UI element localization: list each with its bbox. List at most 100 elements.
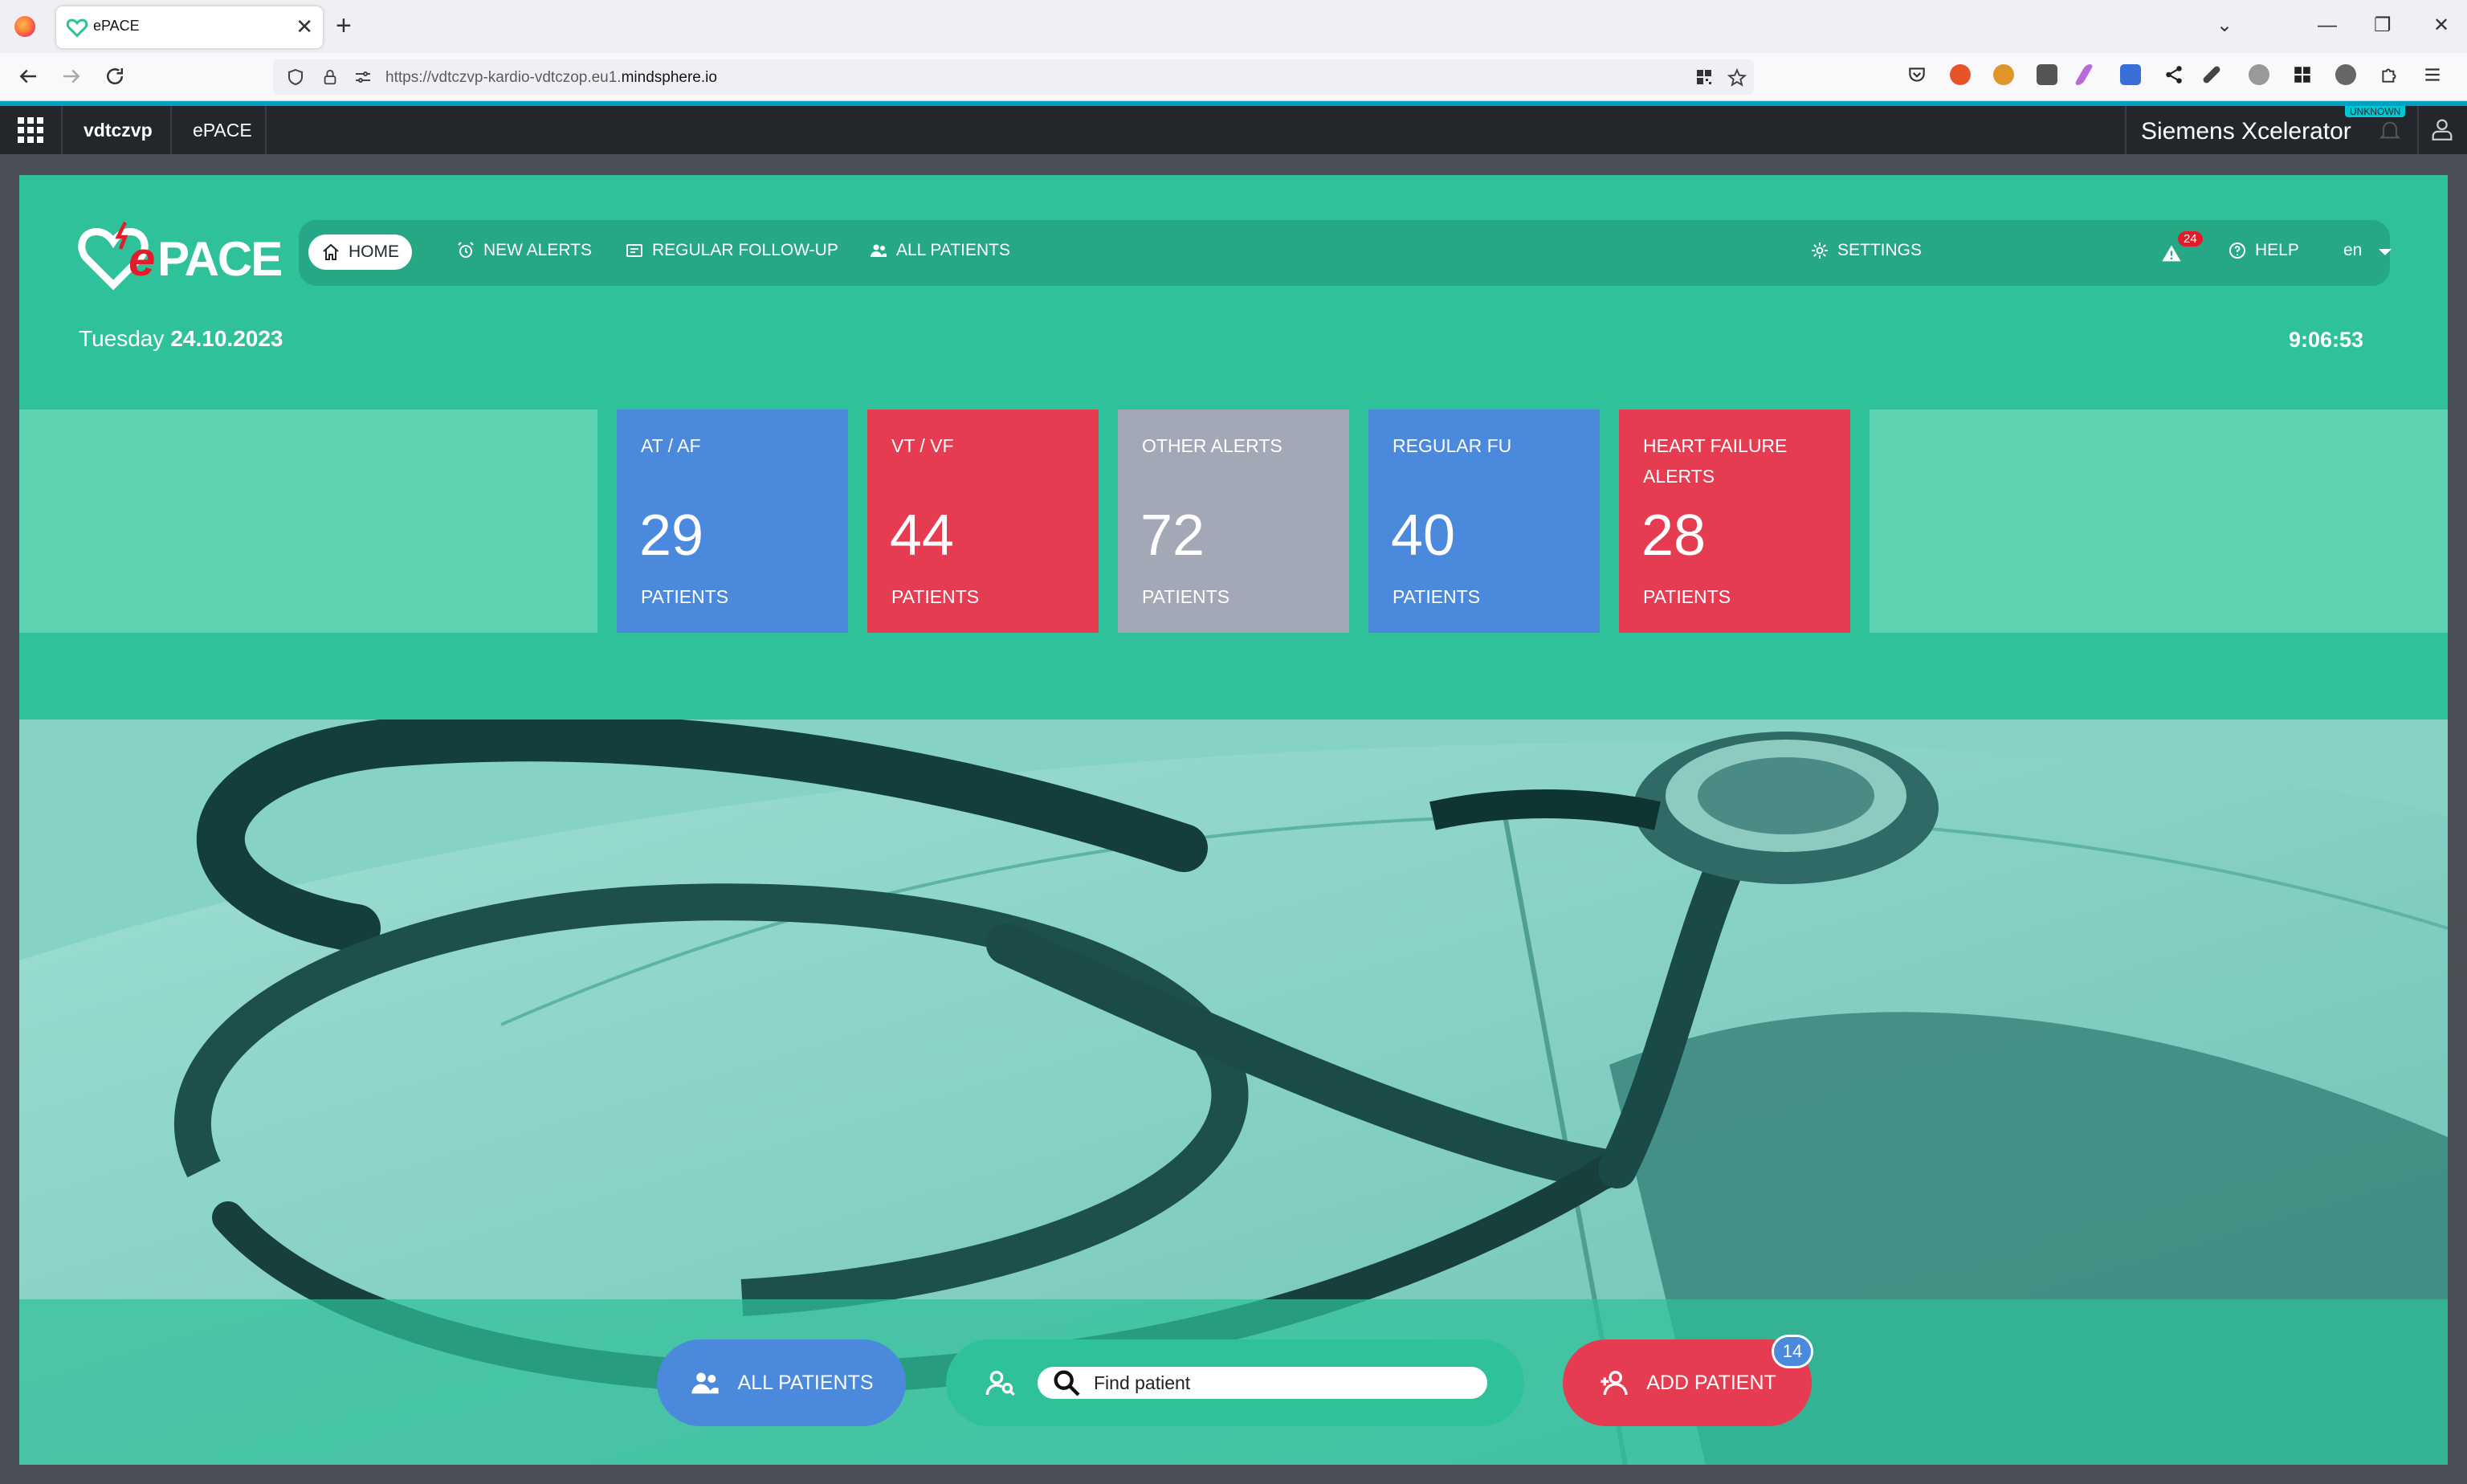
extension-grid-icon[interactable] [2292, 64, 2313, 85]
eyedropper-icon[interactable] [2201, 64, 2222, 85]
app-name[interactable]: ePACE [193, 120, 252, 141]
permissions-icon[interactable] [353, 67, 373, 87]
card-title: AT / AF [641, 435, 701, 456]
share-icon[interactable] [2163, 64, 2184, 85]
nav-all-patients-label: ALL PATIENTS [896, 241, 1010, 259]
nav-new-alerts[interactable]: NEW ALERTS [456, 241, 592, 260]
browser-tab-bar: ePACE ✕ + ⌄ — ❐ ✕ [0, 0, 2467, 53]
url-text[interactable]: https://vdtczvp-kardio-vdtczop.eu1.minds… [385, 69, 717, 87]
firefox-icon[interactable] [14, 16, 35, 37]
home-icon [323, 243, 339, 260]
extension-globe-icon[interactable] [2249, 64, 2269, 85]
window-close-icon[interactable]: ✕ [2433, 10, 2449, 42]
user-search-icon [985, 1371, 1015, 1396]
tab-close-icon[interactable]: ✕ [296, 14, 313, 39]
nav-settings-label: SETTINGS [1837, 241, 1923, 259]
browser-tab[interactable]: ePACE ✕ [56, 6, 323, 48]
browser-toolbar: https://vdtczvp-kardio-vdtczop.eu1.minds… [0, 53, 2467, 101]
pocket-icon[interactable] [1906, 64, 1927, 85]
gear-icon [1812, 243, 1828, 259]
weekday: Tuesday [79, 326, 165, 351]
url-host: mindsphere.io [621, 69, 717, 86]
card-count: 72 [1140, 503, 1205, 568]
notifications-bell-icon[interactable] [2377, 117, 2403, 143]
qr-code-icon[interactable] [1694, 67, 1714, 87]
logo-e: e [128, 232, 156, 286]
user-plus-icon [1600, 1371, 1628, 1396]
extension-camera-icon[interactable] [2037, 64, 2057, 85]
user-profile-icon[interactable] [2428, 116, 2456, 143]
card-list-icon [626, 244, 642, 257]
alert-triangle-icon[interactable] [2160, 243, 2183, 265]
divider [2417, 106, 2419, 154]
wordpress-icon[interactable] [2335, 64, 2356, 85]
divider [265, 106, 267, 154]
card-placeholder-right [1870, 410, 2448, 633]
translate-icon[interactable] [2120, 64, 2141, 85]
help-circle-icon [2229, 243, 2245, 259]
nav-all-patients[interactable]: ALL PATIENTS [869, 241, 1010, 260]
epace-app: e PACE HOME NEW ALERTS REGULAR FOLLOW-UP… [19, 175, 2448, 1465]
card-at-af[interactable]: AT / AF 29 PATIENTS [617, 410, 848, 633]
find-patient-placeholder: Find patient [1094, 1372, 1191, 1393]
card-vt-vf[interactable]: VT / VF 44 PATIENTS [867, 410, 1099, 633]
card-regular-fu[interactable]: REGULAR FU 40 PATIENTS [1368, 410, 1600, 633]
minimize-icon[interactable]: — [2318, 10, 2337, 42]
card-other-alerts[interactable]: OTHER ALERTS 72 PATIENTS [1118, 410, 1349, 633]
epace-logo[interactable]: e PACE [77, 220, 286, 292]
current-date: Tuesday 24.10.2023 [79, 326, 283, 352]
restore-icon[interactable]: ❐ [2374, 10, 2392, 42]
url-prefix: https://vdtczvp-kardio-vdtczop.eu1. [385, 69, 622, 86]
nav-home[interactable]: HOME [308, 234, 412, 270]
lock-icon[interactable] [321, 67, 339, 87]
extension-avatar-icon[interactable] [1950, 64, 1971, 85]
brand-name: Siemens Xcelerator [2141, 118, 2351, 145]
card-unit: PATIENTS [891, 586, 980, 607]
shield-icon[interactable] [286, 67, 305, 87]
tenant-name[interactable]: vdtczvp [84, 120, 153, 141]
extension-pen-icon[interactable] [2074, 64, 2094, 85]
address-bar[interactable]: https://vdtczvp-kardio-vdtczop.eu1.minds… [273, 59, 1754, 95]
heart-favicon-icon [66, 18, 88, 38]
nav-regular-follow-up[interactable]: REGULAR FOLLOW-UP [625, 241, 838, 260]
nav-help-label: HELP [2255, 241, 2299, 259]
date-value: 24.10.2023 [170, 326, 283, 351]
chevron-down-icon[interactable] [2379, 249, 2392, 255]
alerts-count-badge: 24 [2178, 231, 2203, 247]
card-unit: PATIENTS [641, 586, 729, 607]
environment-tag: UNKNOWN [2345, 106, 2406, 117]
alarm-icon [458, 242, 474, 258]
card-count: 29 [639, 503, 704, 568]
bookmark-star-icon[interactable] [1727, 67, 1747, 88]
divider [2125, 106, 2127, 154]
find-patient-bar: Find patient [946, 1339, 1524, 1426]
add-patient-button-label: ADD PATIENT [1646, 1371, 1776, 1394]
forward-icon[interactable] [59, 64, 84, 88]
current-time: 9:06:53 [2289, 328, 2364, 352]
all-patients-button[interactable]: ALL PATIENTS [657, 1339, 906, 1426]
app-launcher-icon[interactable] [18, 117, 43, 143]
users-icon [871, 244, 887, 257]
card-count: 40 [1391, 503, 1456, 568]
main-navigation: HOME NEW ALERTS REGULAR FOLLOW-UP ALL PA… [299, 220, 2392, 286]
all-patients-button-label: ALL PATIENTS [737, 1371, 874, 1394]
card-count: 28 [1641, 503, 1707, 568]
divider [61, 106, 63, 154]
extension-fox-icon[interactable] [1993, 64, 2014, 85]
nav-settings[interactable]: SETTINGS [1810, 241, 1922, 260]
card-unit: PATIENTS [1643, 586, 1731, 607]
hamburger-menu-icon[interactable] [2422, 64, 2443, 85]
find-patient-input[interactable]: Find patient [1038, 1367, 1487, 1399]
reload-icon[interactable] [103, 64, 127, 88]
card-unit: PATIENTS [1142, 586, 1230, 607]
card-heart-failure-alerts[interactable]: HEART FAILURE ALERTS 28 PATIENTS [1619, 410, 1850, 633]
tab-title: ePACE [93, 18, 140, 34]
nav-help[interactable]: HELP [2228, 241, 2299, 260]
new-tab-button[interactable]: + [336, 10, 352, 42]
list-tabs-icon[interactable]: ⌄ [2216, 10, 2233, 42]
card-count: 44 [890, 503, 955, 568]
back-icon[interactable] [16, 64, 40, 88]
platform-header: vdtczvp ePACE Siemens Xcelerator UNKNOWN [0, 106, 2467, 154]
extensions-puzzle-icon[interactable] [2379, 64, 2400, 85]
language-select[interactable]: en [2343, 241, 2362, 260]
